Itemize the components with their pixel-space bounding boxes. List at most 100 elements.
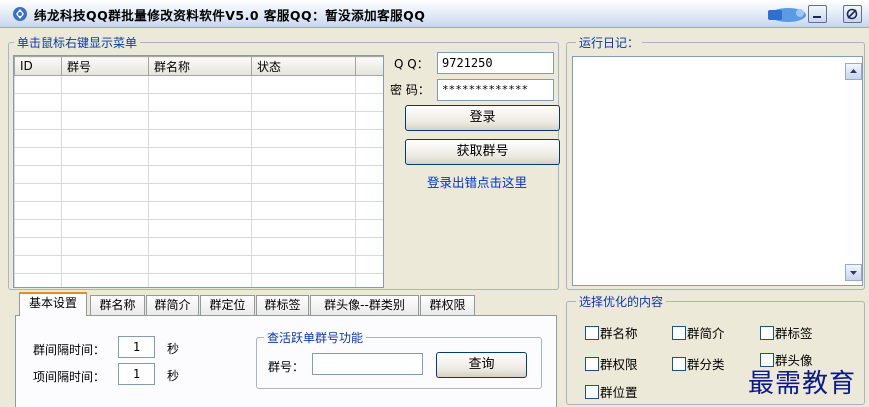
app-icon bbox=[12, 6, 28, 22]
table-cell bbox=[251, 129, 356, 148]
table-cell bbox=[251, 111, 356, 130]
table-cell bbox=[14, 129, 62, 148]
table-cell bbox=[148, 165, 252, 184]
checkbox-group-location[interactable]: 群位置 bbox=[585, 382, 638, 401]
table-cell bbox=[251, 75, 356, 94]
chevron-down-icon bbox=[850, 271, 857, 275]
item-interval-unit: 秒 bbox=[167, 369, 180, 383]
table-cell bbox=[148, 93, 252, 112]
table-cell bbox=[14, 237, 62, 256]
tab-group-intro[interactable]: 群简介 bbox=[146, 295, 199, 315]
table-row[interactable] bbox=[14, 75, 383, 94]
scroll-down-button[interactable] bbox=[845, 264, 862, 281]
qq-input[interactable]: 9721250 bbox=[437, 52, 554, 74]
checkbox-box[interactable] bbox=[585, 356, 599, 371]
scroll-up-button[interactable] bbox=[845, 63, 862, 80]
item-interval-label: 项间隔时间： bbox=[33, 370, 106, 384]
table-cell bbox=[355, 219, 383, 238]
group-no-input[interactable] bbox=[312, 353, 423, 375]
column-header-id[interactable]: ID bbox=[14, 56, 62, 76]
checkbox-box[interactable] bbox=[672, 325, 686, 340]
table-row[interactable] bbox=[14, 111, 383, 130]
table-cell bbox=[355, 201, 383, 220]
table-row[interactable] bbox=[14, 129, 383, 148]
table-row[interactable] bbox=[14, 93, 383, 112]
get-groups-button[interactable]: 获取群号 bbox=[405, 139, 560, 165]
table-cell bbox=[14, 201, 62, 220]
tab-group-name[interactable]: 群名称 bbox=[90, 295, 145, 315]
item-interval-input[interactable]: 1 bbox=[118, 363, 155, 385]
table-cell bbox=[61, 129, 149, 148]
table-cell bbox=[251, 165, 356, 184]
checkbox-group-intro[interactable]: 群简介 bbox=[672, 323, 725, 342]
login-button[interactable]: 登录 bbox=[405, 105, 560, 131]
table-cell bbox=[148, 129, 252, 148]
table-cell bbox=[14, 147, 62, 166]
table-row[interactable] bbox=[14, 147, 383, 166]
checkbox-group-permissions[interactable]: 群权限 bbox=[585, 354, 638, 373]
close-icon bbox=[846, 8, 858, 20]
table-cell bbox=[148, 183, 252, 202]
chevron-up-icon bbox=[850, 69, 857, 73]
table-cell bbox=[14, 75, 62, 94]
table-cell bbox=[251, 219, 356, 238]
tab-group-tags[interactable]: 群标签 bbox=[256, 295, 309, 315]
table-cell bbox=[355, 147, 383, 166]
column-header-group-no[interactable]: 群号 bbox=[61, 56, 149, 76]
table-cell bbox=[355, 75, 383, 94]
checkbox-label: 群名称 bbox=[600, 326, 638, 341]
table-cell bbox=[14, 273, 62, 287]
table-cell bbox=[251, 93, 356, 112]
login-help-link[interactable]: 登录出错点击这里 bbox=[427, 172, 527, 191]
password-input[interactable]: ************* bbox=[437, 79, 554, 101]
tab-group-avatar-category[interactable]: 群头像--群类别 bbox=[310, 295, 419, 315]
table-row[interactable] bbox=[14, 255, 383, 274]
table-cell bbox=[14, 93, 62, 112]
table-cell bbox=[251, 255, 356, 274]
checkbox-label: 群权限 bbox=[600, 357, 638, 372]
title-bar: 纬龙科技QQ群批量修改资料软件V5.0 客服QQ：暂没添加客服QQ bbox=[0, 0, 869, 28]
table-cell bbox=[148, 237, 252, 256]
query-button[interactable]: 查询 bbox=[436, 352, 527, 378]
table-cell bbox=[14, 183, 62, 202]
checkbox-group-name[interactable]: 群名称 bbox=[585, 323, 638, 342]
checkbox-label: 群分类 bbox=[687, 357, 725, 372]
group-interval-label: 群间隔时间： bbox=[33, 343, 106, 357]
table-row[interactable] bbox=[14, 183, 383, 202]
table-cell bbox=[61, 183, 149, 202]
tab-group-permissions[interactable]: 群权限 bbox=[420, 295, 475, 315]
tab-basic-settings[interactable]: 基本设置 bbox=[19, 292, 87, 316]
close-button[interactable] bbox=[843, 5, 862, 23]
window-title: 纬龙科技QQ群批量修改资料软件V5.0 客服QQ：暂没添加客服QQ bbox=[34, 8, 426, 23]
column-header-status[interactable]: 状态 bbox=[251, 56, 356, 76]
table-cell bbox=[355, 273, 383, 287]
table-cell bbox=[14, 165, 62, 184]
checkbox-group-category[interactable]: 群分类 bbox=[672, 354, 725, 373]
table-cell bbox=[355, 129, 383, 148]
table-row[interactable] bbox=[14, 219, 383, 238]
tray-graphic-icon bbox=[760, 4, 808, 24]
table-row[interactable] bbox=[14, 237, 383, 256]
table-cell bbox=[61, 93, 149, 112]
checkbox-box[interactable] bbox=[585, 384, 599, 399]
group-list-legend: 单击鼠标右键显示菜单 bbox=[14, 34, 141, 51]
tab-group-location[interactable]: 群定位 bbox=[200, 295, 255, 315]
group-interval-input[interactable]: 1 bbox=[118, 336, 155, 358]
checkbox-box[interactable] bbox=[672, 356, 686, 371]
column-header-group-name[interactable]: 群名称 bbox=[148, 56, 252, 76]
group-no-label: 群号： bbox=[268, 360, 305, 374]
checkbox-box[interactable] bbox=[760, 325, 774, 340]
checkbox-box[interactable] bbox=[585, 325, 599, 340]
table-row[interactable] bbox=[14, 201, 383, 220]
qq-label: Q Q： bbox=[394, 57, 429, 71]
table-row[interactable] bbox=[14, 273, 383, 287]
table-cell bbox=[61, 255, 149, 274]
log-textarea[interactable] bbox=[572, 56, 863, 286]
checkbox-group-tags[interactable]: 群标签 bbox=[760, 323, 813, 342]
group-table[interactable]: ID 群号 群名称 状态 bbox=[13, 55, 384, 288]
active-check-legend: 查活跃单群号功能 bbox=[264, 329, 367, 346]
table-cell bbox=[61, 273, 149, 287]
minimize-button[interactable] bbox=[808, 5, 827, 23]
table-row[interactable] bbox=[14, 165, 383, 184]
password-label: 密 码： bbox=[390, 83, 430, 97]
